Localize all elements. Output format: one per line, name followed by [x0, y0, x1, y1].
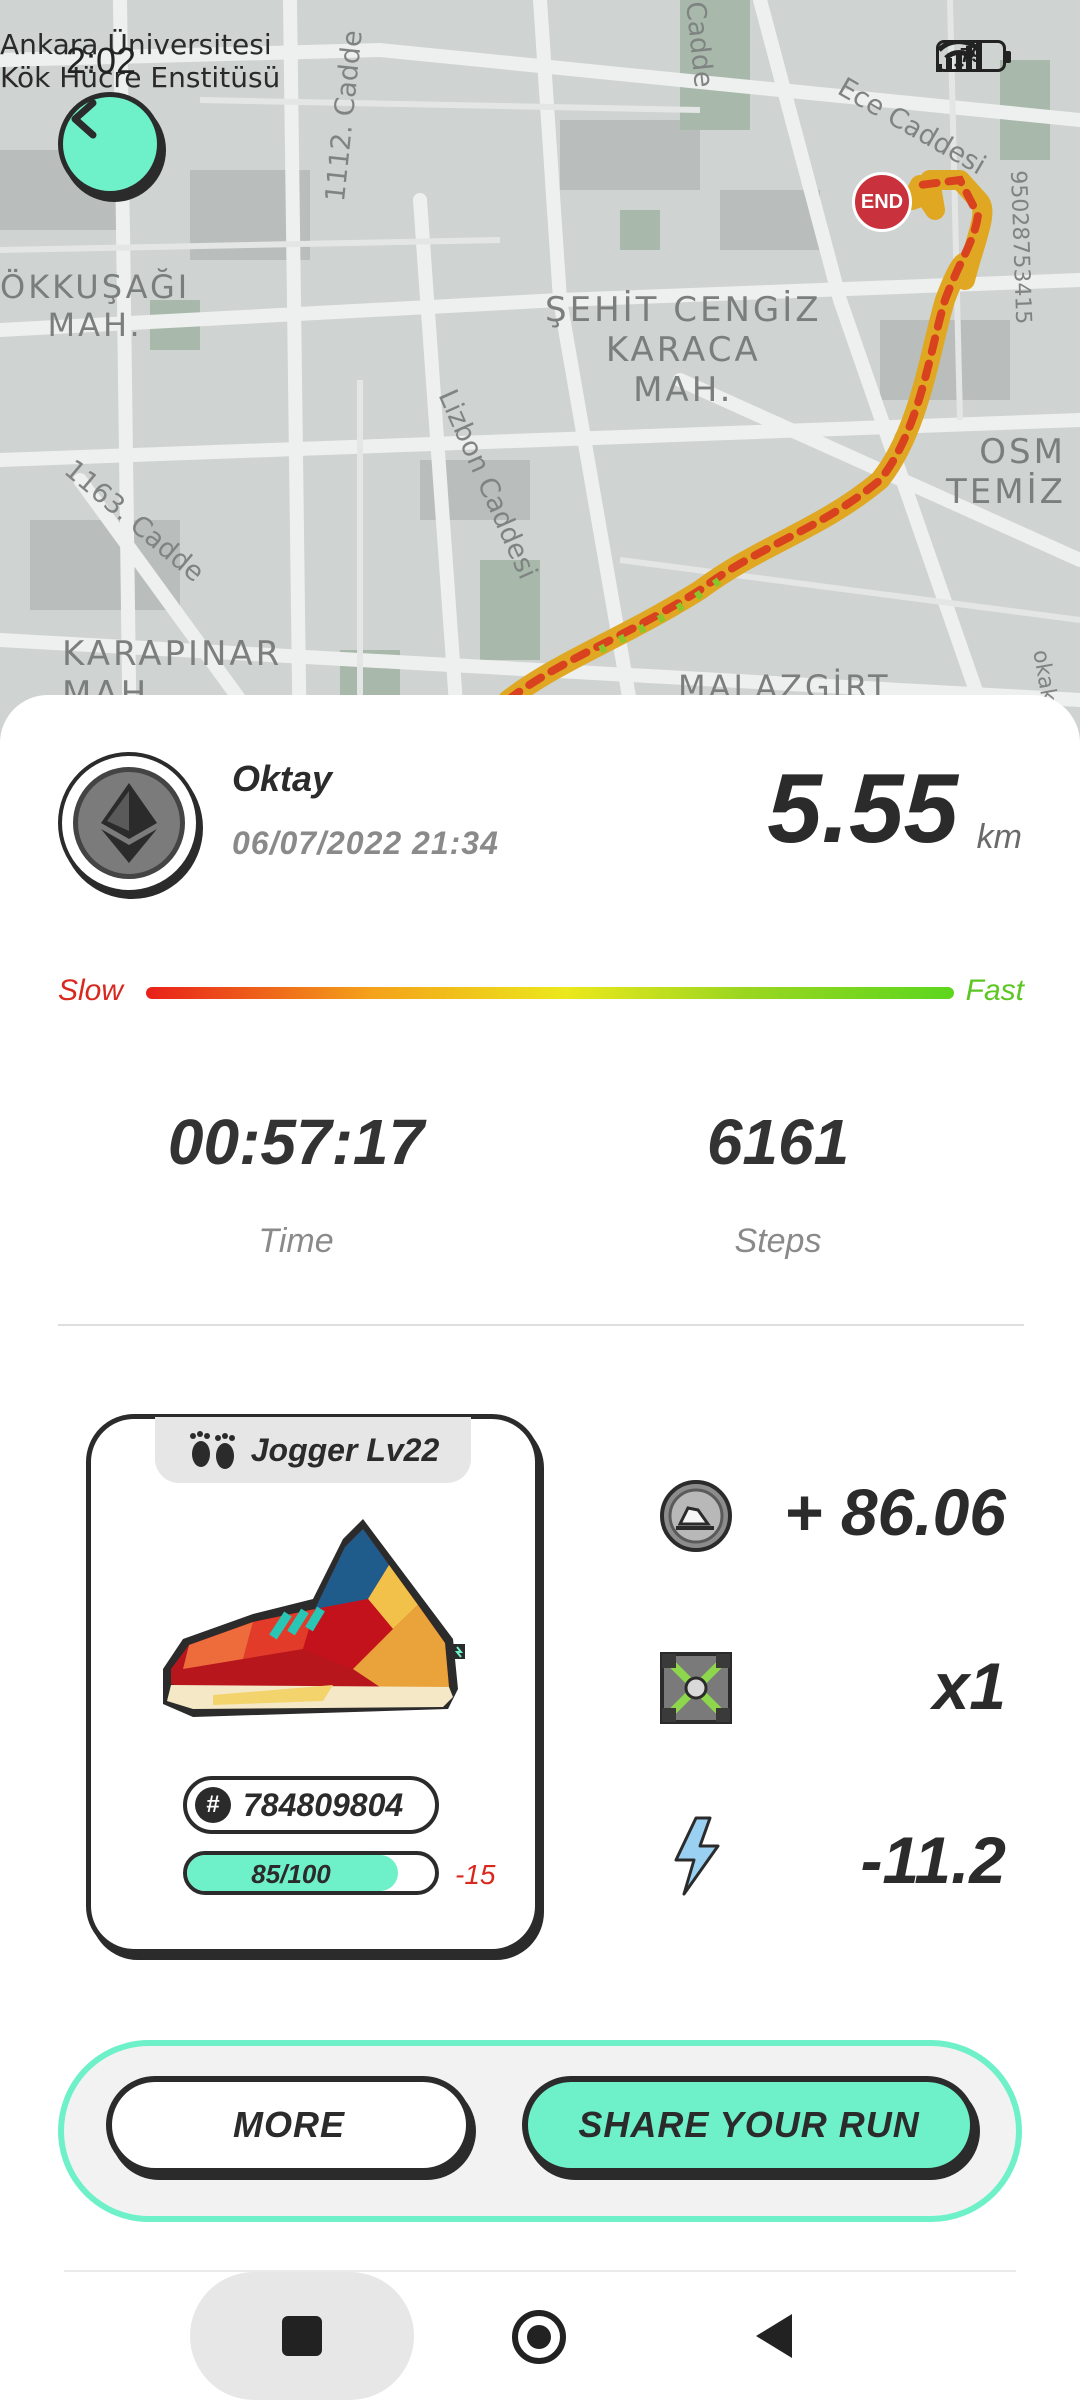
durability-bar: 85/100 [183, 1851, 439, 1895]
sneaker-image [163, 1519, 465, 1717]
share-run-button[interactable]: SHARE YOUR RUN [522, 2076, 976, 2174]
durability-text: 85/100 [251, 1859, 331, 1889]
home-icon[interactable] [512, 2310, 566, 2364]
distance-value: 5.55 [767, 753, 958, 863]
battery-level: 79 [959, 44, 983, 67]
map-label-university: Ankara Üniversitesi Kök Hücre Enstitüsü [0, 28, 281, 94]
recent-apps-icon[interactable] [282, 2316, 322, 2356]
chevron-left-icon [71, 99, 97, 139]
steps-value: 6161 [706, 1106, 850, 1178]
mystery-box-icon [658, 1650, 734, 1726]
run-datetime: 06/07/2022 21:34 [232, 825, 499, 861]
map-label-gokkusagi: ÖKKUŞAĞI MAH. [0, 268, 191, 344]
avatar [58, 752, 200, 894]
user-name: Oktay [232, 758, 333, 799]
speed-gradient-bar [146, 987, 954, 999]
route-map[interactable]: Ankara Üniversitesi Kök Hücre Enstitüsü … [0, 0, 1080, 760]
hash-icon: # [195, 1787, 231, 1823]
coin-icon [658, 1478, 734, 1554]
energy-reward: -11.2 [860, 1823, 1006, 1897]
distance-unit: km [976, 818, 1022, 856]
speed-legend: Slow Fast [58, 970, 1024, 1020]
sneaker-id-badge: # 784809804 [183, 1776, 439, 1834]
speed-fast-label: Fast [965, 974, 1024, 1007]
box-reward: x1 [932, 1649, 1006, 1723]
sneaker-level: Jogger Lv22 [250, 1431, 440, 1468]
sneaker-level-tab: Jogger Lv22 [155, 1417, 471, 1483]
map-label-sehit-cengiz: ŞEHİT CENGİZ KARACA MAH. [545, 290, 822, 410]
time-label: Time [258, 1222, 334, 1260]
divider [58, 1324, 1024, 1326]
steps-label: Steps [734, 1222, 822, 1260]
speed-slow-label: Slow [58, 974, 124, 1007]
energy-icon [658, 1816, 734, 1896]
sneaker-card[interactable]: Jogger Lv22 # 784809804 85/100 -15 [86, 1414, 540, 1954]
route-end-marker: END [852, 172, 912, 232]
battery-icon: 79 [936, 40, 1011, 72]
durability-delta: -15 [455, 1859, 496, 1890]
back-button[interactable] [58, 92, 162, 196]
sneaker-id: 784809804 [243, 1786, 404, 1823]
footprints-icon [189, 1431, 235, 1469]
back-nav-icon[interactable] [752, 2312, 796, 2360]
map-label-osm: OSM TEMİZ [946, 432, 1066, 512]
system-nav-bar [0, 2272, 1080, 2400]
status-time: 2:02 [66, 40, 137, 81]
time-value: 00:57:17 [167, 1106, 425, 1178]
street-number: 95028753415 [1005, 170, 1036, 325]
ethereum-icon [73, 767, 185, 879]
coin-reward: + 86.06 [783, 1475, 1006, 1549]
status-icons: 79 [936, 40, 1011, 72]
action-panel: MORE SHARE YOUR RUN [58, 2040, 1022, 2222]
more-button[interactable]: MORE [106, 2076, 472, 2174]
